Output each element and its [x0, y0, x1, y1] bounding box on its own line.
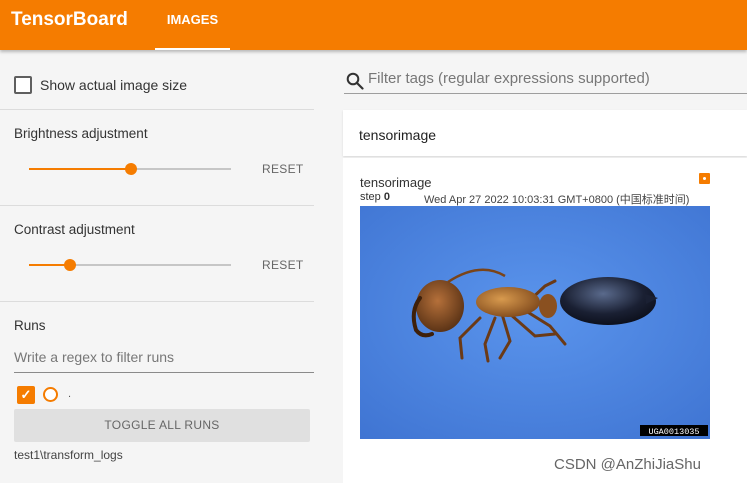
main-panel: Filter tags (regular expressions support…	[326, 50, 747, 483]
run-color-radio[interactable]	[43, 387, 58, 402]
step-label: step	[360, 191, 381, 203]
toggle-all-runs-button[interactable]: TOGGLE ALL RUNS	[14, 409, 310, 442]
image-card: tensorimage step 0 Wed Apr 27 2022 10:03…	[343, 158, 747, 483]
brightness-reset-button[interactable]: RESET	[262, 162, 304, 176]
runs-title: Runs	[14, 318, 46, 333]
divider	[0, 301, 314, 302]
tab-images[interactable]: IMAGES	[155, 0, 230, 50]
search-icon	[346, 72, 364, 90]
watermark-text: CSDN @AnZhiJiaShu	[554, 456, 701, 473]
image-card-timestamp: Wed Apr 27 2022 10:03:31 GMT+0800 (中国标准时…	[424, 194, 690, 206]
tag-filter-underline	[344, 93, 747, 94]
tab-images-label: IMAGES	[166, 12, 219, 27]
divider	[0, 205, 314, 206]
ant-gaster	[560, 277, 656, 325]
image-card-title: tensorimage	[360, 175, 432, 190]
divider	[0, 109, 314, 110]
step-value: 0	[383, 191, 390, 203]
image-caption: UGA0013035	[648, 427, 699, 437]
run-checkbox[interactable]: ✓	[17, 386, 35, 404]
show-actual-size-label[interactable]: Show actual image size	[40, 77, 187, 93]
contrast-title: Contrast adjustment	[14, 222, 135, 237]
tag-group-header[interactable]: tensorimage	[343, 110, 747, 156]
top-app-bar: TensorBoard IMAGES	[0, 0, 747, 50]
ant-image[interactable]: UGA0013035	[360, 206, 710, 439]
run-name: test1\transform_logs	[14, 448, 123, 462]
runs-filter-input[interactable]: Write a regex to filter runs	[14, 343, 314, 373]
sidebar: Show actual image size Brightness adjust…	[0, 50, 326, 483]
active-tab-indicator	[155, 48, 230, 50]
ant-head	[416, 280, 464, 332]
run-color-badge	[699, 173, 710, 184]
tag-group-title: tensorimage	[359, 127, 437, 143]
app-title[interactable]: TensorBoard	[11, 9, 128, 31]
brightness-title: Brightness adjustment	[14, 126, 148, 141]
run-dot-label: .	[68, 388, 72, 400]
contrast-thumb[interactable]	[64, 259, 76, 271]
image-card-step: step 0	[360, 191, 390, 203]
contrast-reset-button[interactable]: RESET	[262, 258, 304, 272]
brightness-thumb[interactable]	[125, 163, 137, 175]
ant-thorax	[476, 287, 540, 317]
show-actual-size-checkbox[interactable]	[14, 76, 32, 94]
tag-filter-input[interactable]: Filter tags (regular expressions support…	[368, 70, 650, 87]
brightness-fill	[29, 168, 131, 170]
